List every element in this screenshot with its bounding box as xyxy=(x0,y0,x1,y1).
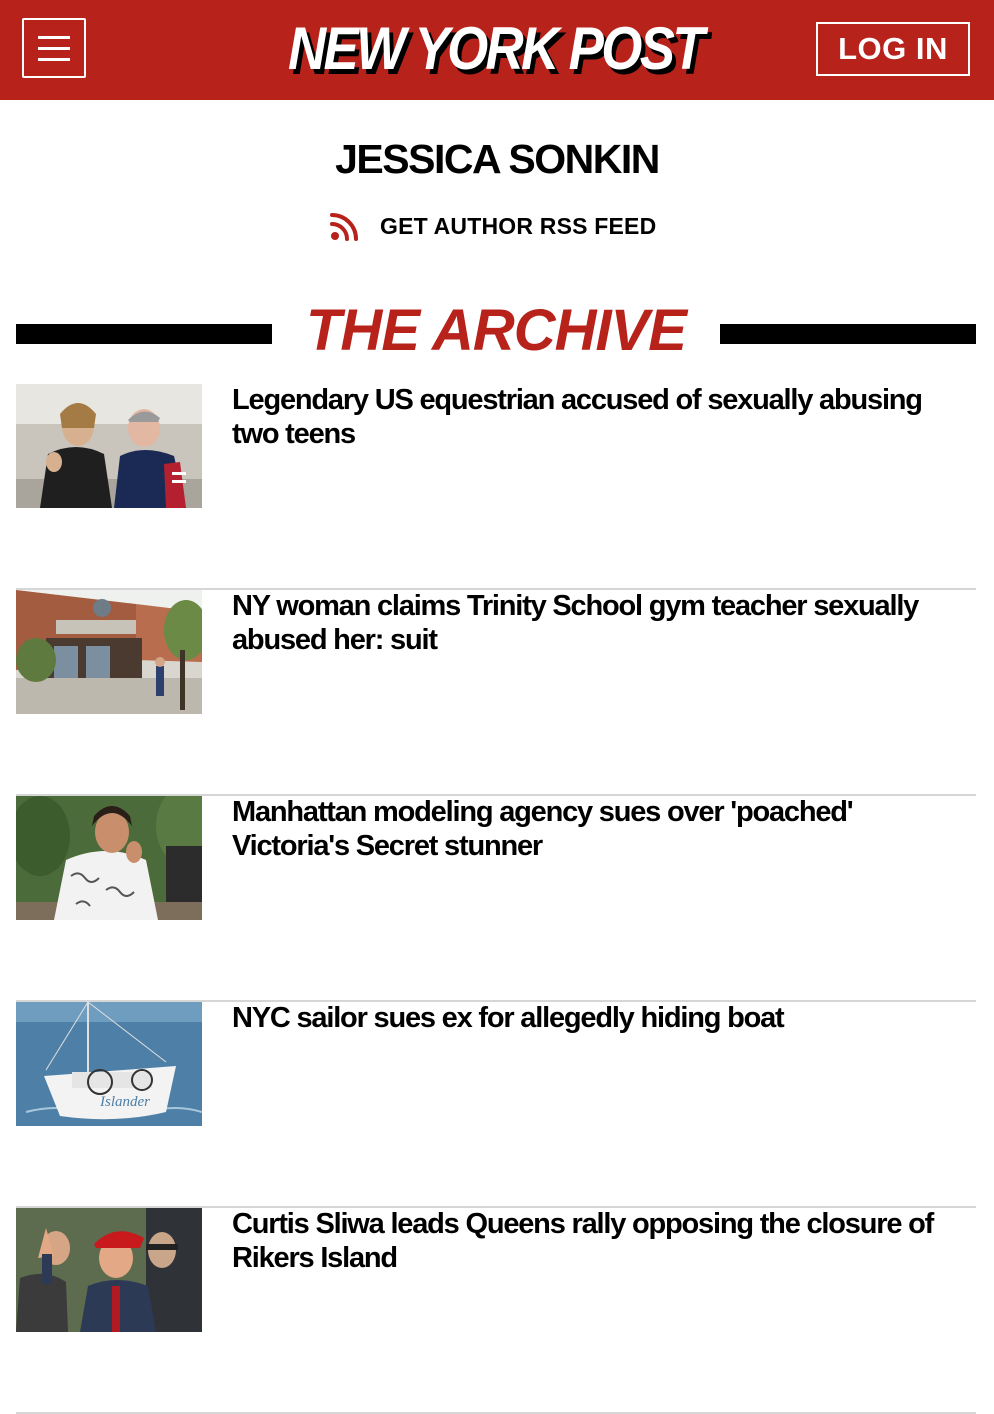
site-logo[interactable]: NEW YORK POST NEW YORK POST xyxy=(282,14,712,84)
boat-name-decal: Islander xyxy=(99,1094,150,1110)
article-headline[interactable]: Legendary US equestrian accused of sexua… xyxy=(232,383,972,451)
site-header: NEW YORK POST NEW YORK POST LOG IN xyxy=(0,0,994,100)
logo-text: NEW YORK POST xyxy=(288,15,708,82)
hamburger-menu-icon-line xyxy=(38,35,70,39)
rss-label: GET AUTHOR RSS FEED xyxy=(380,212,657,239)
article-thumbnail[interactable] xyxy=(16,796,202,920)
article-headline[interactable]: NY woman claims Trinity School gym teach… xyxy=(232,589,972,657)
article-headline[interactable]: Curtis Sliwa leads Queens rally opposing… xyxy=(232,1207,972,1275)
hamburger-menu-icon-line xyxy=(38,46,70,50)
author-rss-feed-link[interactable]: GET AUTHOR RSS FEED xyxy=(330,208,656,244)
article-thumbnail[interactable]: Islander xyxy=(16,1002,202,1126)
article-item: Islander NYC sailor sues ex for allegedl… xyxy=(16,1002,976,1208)
article-item: NY woman claims Trinity School gym teach… xyxy=(16,590,976,796)
login-button[interactable]: LOG IN xyxy=(816,22,970,76)
article-headline[interactable]: Manhattan modeling agency sues over 'poa… xyxy=(232,795,972,863)
archive-title: THE ARCHIVE xyxy=(306,298,687,363)
article-thumbnail[interactable] xyxy=(16,1208,202,1332)
article-item: Legendary US equestrian accused of sexua… xyxy=(16,384,976,590)
author-name: JESSICA SONKIN xyxy=(335,136,660,182)
rss-icon xyxy=(330,213,358,241)
hamburger-menu-button[interactable] xyxy=(22,18,86,78)
article-thumbnail[interactable] xyxy=(16,590,202,714)
article-item: Curtis Sliwa leads Queens rally opposing… xyxy=(16,1208,976,1414)
article-headline[interactable]: NYC sailor sues ex for allegedly hiding … xyxy=(232,1001,972,1035)
article-thumbnail[interactable] xyxy=(16,384,202,508)
article-item: Manhattan modeling agency sues over 'poa… xyxy=(16,796,976,1002)
hamburger-menu-icon-line xyxy=(38,57,70,61)
archive-divider-right xyxy=(720,324,976,344)
archive-divider-left xyxy=(16,324,272,344)
